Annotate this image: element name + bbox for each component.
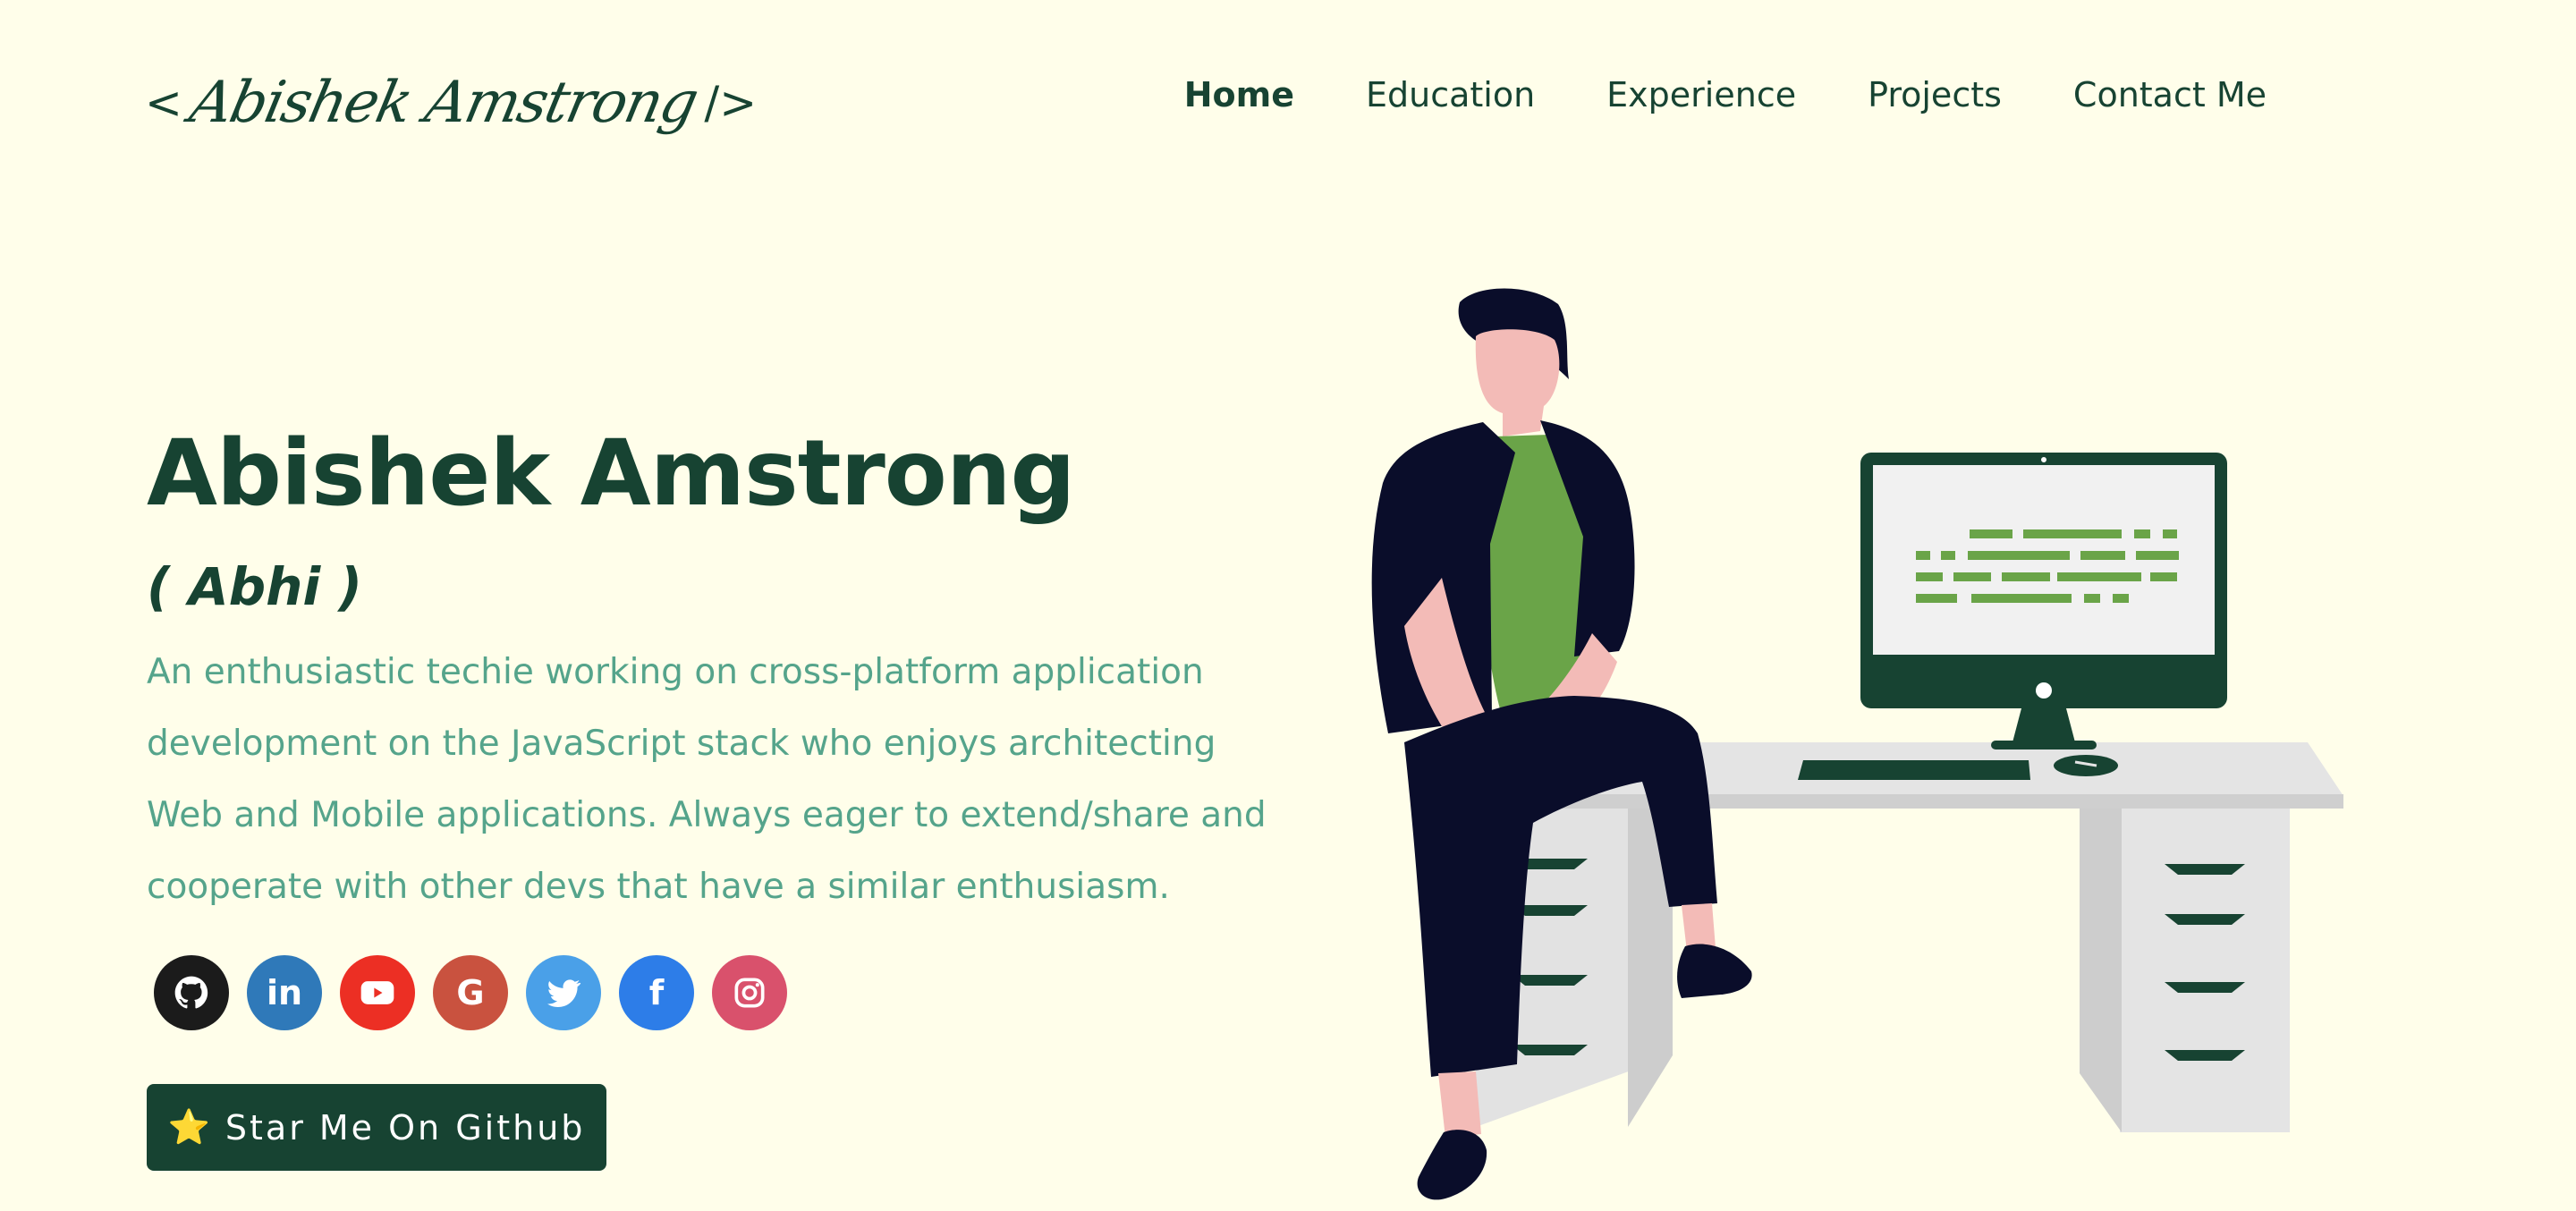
right-drawer-unit bbox=[2120, 809, 2290, 1132]
developer-desk-illustration bbox=[1371, 288, 2343, 1200]
star-on-github-button[interactable]: ⭐ Star Me On Github bbox=[147, 1084, 606, 1171]
hero-name: Abishek Amstrong bbox=[147, 420, 1075, 527]
google-glyph: G bbox=[456, 973, 485, 1012]
desk-edge bbox=[1503, 794, 2343, 809]
monitor-stand bbox=[2012, 708, 2075, 742]
main-nav: Home Education Experience Projects Conta… bbox=[1148, 70, 2302, 120]
youtube-icon[interactable] bbox=[340, 955, 415, 1030]
twitter-icon[interactable] bbox=[526, 955, 601, 1030]
linkedin-glyph: in bbox=[266, 973, 303, 1012]
github-icon[interactable] bbox=[154, 955, 229, 1030]
nav-projects[interactable]: Projects bbox=[1832, 70, 2038, 120]
star-button-label: Star Me On Github bbox=[225, 1107, 586, 1147]
nav-education[interactable]: Education bbox=[1330, 70, 1571, 120]
nav-home[interactable]: Home bbox=[1148, 70, 1330, 120]
keyboard bbox=[1798, 760, 2030, 780]
facebook-glyph: f bbox=[648, 973, 665, 1012]
nav-experience[interactable]: Experience bbox=[1571, 70, 1832, 120]
hero-bio: An enthusiastic techie working on cross-… bbox=[147, 652, 1267, 907]
logo[interactable]: < Abishek Amstrong /> bbox=[145, 54, 757, 152]
hero-nickname: ( Abhi ) bbox=[147, 556, 362, 617]
logo-signature: Abishek Amstrong bbox=[184, 70, 703, 136]
shoe-left bbox=[1417, 1130, 1487, 1200]
linkedin-icon[interactable]: in bbox=[247, 955, 322, 1030]
logo-open-bracket: < bbox=[145, 77, 182, 129]
face bbox=[1475, 329, 1560, 436]
nav-contact-me[interactable]: Contact Me bbox=[2038, 70, 2302, 120]
shoe-right bbox=[1677, 944, 1752, 998]
star-icon: ⭐ bbox=[167, 1107, 213, 1147]
logo-close-bracket: /> bbox=[704, 77, 758, 129]
leg-left bbox=[1438, 1071, 1481, 1138]
google-icon[interactable]: G bbox=[433, 955, 508, 1030]
instagram-icon[interactable] bbox=[712, 955, 787, 1030]
site-header: < Abishek Amstrong /> Home Education Exp… bbox=[0, 0, 2576, 197]
mouse bbox=[2054, 755, 2118, 776]
social-links: in G f bbox=[154, 955, 787, 1030]
facebook-icon[interactable]: f bbox=[619, 955, 694, 1030]
